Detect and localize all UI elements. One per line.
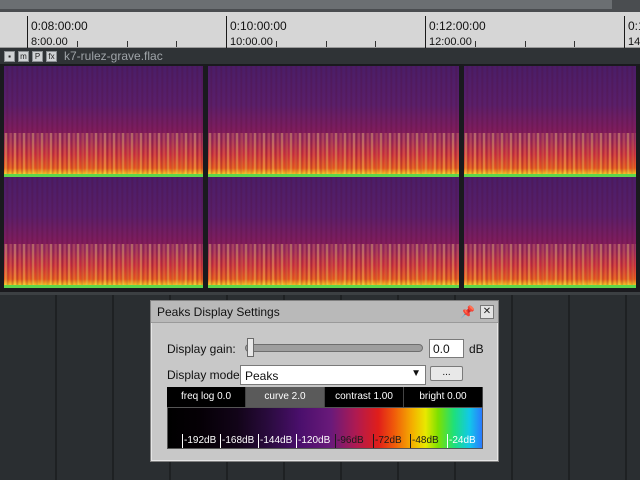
spectrogram-channel-left — [4, 66, 203, 177]
ruler-tick: 0:08:00:00 8:00.00 — [27, 16, 88, 48]
db-scale-label: -168dB — [220, 434, 255, 448]
item-properties-button[interactable]: P — [32, 51, 43, 62]
peaks-display-settings-dialog: Peaks Display Settings 📌 ✕ Display gain:… — [150, 300, 499, 462]
ruler-time: 0:08:00:00 — [31, 19, 88, 33]
ruler-minor-tick — [326, 41, 327, 47]
dialog-title: Peaks Display Settings — [157, 305, 280, 319]
media-item-segment[interactable] — [208, 66, 459, 288]
spectrogram-channel-right — [464, 177, 636, 288]
display-gain-slider[interactable] — [245, 338, 423, 357]
color-palette-gradient[interactable]: -192dB -168dB -144dB -120dB -96dB -72dB -48dB -… — [167, 407, 483, 449]
media-item-segment[interactable] — [4, 66, 203, 288]
item-name: k7-rulez-grave.flac — [64, 49, 163, 63]
spectrogram-channel-right — [208, 177, 459, 288]
timeline-ruler[interactable]: 0:08:00:00 8:00.00 0:10:00:00 10:00.00 0… — [0, 12, 640, 48]
pin-icon[interactable]: 📌 — [460, 304, 475, 320]
track-divider — [0, 292, 640, 295]
scrollbar-thumb[interactable] — [0, 0, 612, 9]
audio-track[interactable]: ▪ m P fx k7-rulez-grave.flac — [0, 48, 640, 292]
db-scale-label: -96dB — [335, 434, 364, 448]
app-window: 0:08:00:00 8:00.00 0:10:00:00 10:00.00 0… — [0, 0, 640, 480]
ruler-minor-tick — [475, 41, 476, 47]
display-mode-value: Peaks — [245, 369, 279, 383]
ruler-bar: 8:00.00 — [31, 36, 68, 48]
ruler-tick: 0:12:00:00 12:00.00 — [425, 16, 486, 48]
ruler-minor-tick — [276, 41, 277, 47]
ruler-bar: 12:00.00 — [429, 36, 472, 48]
spectrogram-channel-left — [464, 66, 636, 177]
param-button[interactable]: freq log 0.0 — [167, 387, 246, 407]
ruler-minor-tick — [127, 41, 128, 47]
display-mode-options-button[interactable]: ... — [430, 366, 463, 381]
ruler-minor-tick — [525, 41, 526, 47]
param-button[interactable]: bright 0.00 — [404, 387, 483, 407]
db-scale-label: -192dB — [182, 434, 217, 448]
ruler-tick: 0:10:00:00 10:00.00 — [226, 16, 287, 48]
item-fx-button[interactable]: fx — [46, 51, 57, 62]
gain-unit: dB — [469, 342, 484, 356]
ruler-time: 0:12:00:00 — [429, 19, 486, 33]
spectrogram-channel-left — [208, 66, 459, 177]
chevron-down-icon: ▼ — [411, 368, 421, 379]
peaks-parameter-bar: freq log 0.0 curve 2.0 contrast 1.00 bright… — [167, 387, 483, 407]
display-gain-label: Display gain: — [167, 342, 236, 356]
ruler-time: 0:14:0 — [628, 19, 640, 33]
ruler-bar: 10:00.00 — [230, 36, 273, 48]
item-header: ▪ m P fx k7-rulez-grave.flac — [0, 48, 640, 64]
ruler-tick: 0:14:0 14:00.0 — [624, 16, 640, 48]
dialog-titlebar[interactable]: Peaks Display Settings 📌 ✕ — [151, 301, 498, 323]
display-mode-label: Display mode: — [167, 368, 244, 382]
ruler-minor-tick — [176, 41, 177, 47]
slider-track — [245, 344, 423, 352]
db-scale-label: -48dB — [410, 434, 439, 448]
ruler-minor-tick — [574, 41, 575, 47]
ruler-time: 0:10:00:00 — [230, 19, 287, 33]
param-button[interactable]: curve 2.0 — [246, 387, 325, 407]
spectrogram-channel-right — [4, 177, 203, 288]
ruler-minor-tick — [375, 41, 376, 47]
db-scale-label: -144dB — [258, 434, 293, 448]
ruler-bar: 14:00.0 — [628, 36, 640, 48]
param-button[interactable]: contrast 1.00 — [325, 387, 404, 407]
lock-icon[interactable]: ▪ — [4, 51, 15, 62]
slider-thumb[interactable] — [247, 338, 254, 357]
display-gain-field[interactable]: 0.0 — [429, 339, 464, 358]
ruler-minor-tick — [77, 41, 78, 47]
display-mode-select[interactable]: Peaks ▼ — [240, 365, 426, 385]
item-mute-button[interactable]: m — [18, 51, 29, 62]
horizontal-scrollbar[interactable] — [0, 0, 640, 12]
db-scale-label: -72dB — [373, 434, 402, 448]
close-icon[interactable]: ✕ — [480, 305, 494, 319]
db-scale-label: -24dB — [447, 434, 476, 448]
db-scale-label: -120dB — [296, 434, 331, 448]
media-item-segment[interactable] — [464, 66, 636, 288]
